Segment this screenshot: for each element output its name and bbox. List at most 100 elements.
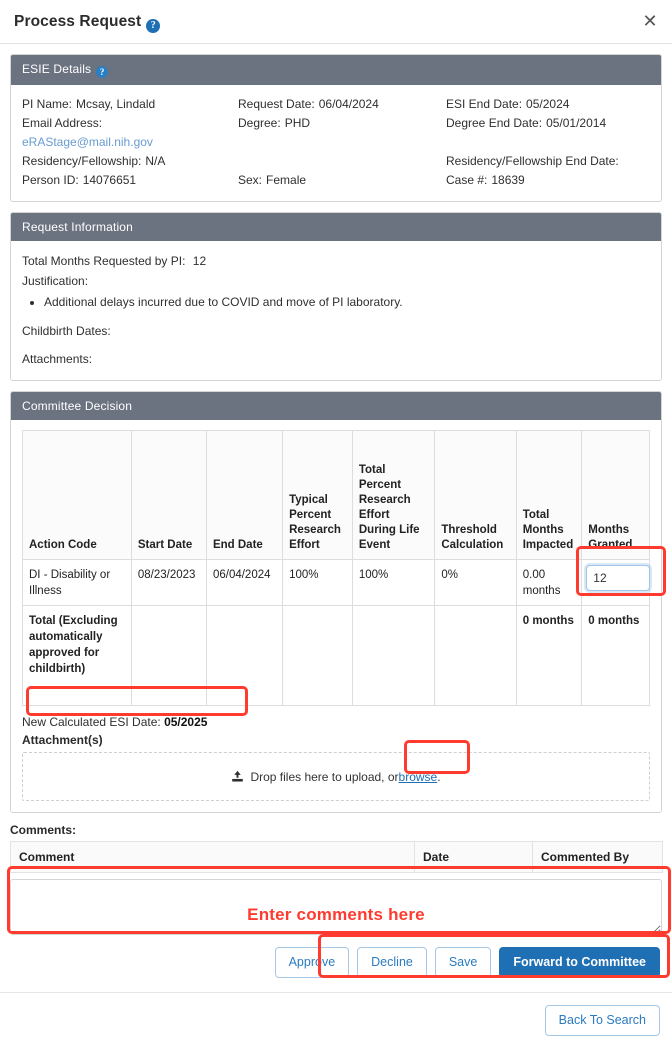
save-button[interactable]: Save xyxy=(434,947,492,978)
modal-titlebar: Process Request? ✕ xyxy=(0,0,672,44)
footer-divider xyxy=(0,992,672,993)
esie-details-header: ESIE Details? xyxy=(11,55,661,85)
field-residency-end-date-label: Residency/Fellowship End Date: xyxy=(446,154,619,168)
esie-column-right: ESI End Date: 05/2024 Degree End Date: 05/… xyxy=(446,95,661,190)
request-information-header-label: Request Information xyxy=(22,220,133,234)
email-link[interactable]: eRAStage@mail.nih.gov xyxy=(22,135,153,149)
field-email-value-row: eRAStage@mail.nih.gov xyxy=(22,133,238,152)
request-information-body: Total Months Requested by PI: 12 Justifi… xyxy=(11,241,661,380)
total-months-requested-value: 12 xyxy=(192,254,207,268)
cell-total-months-impacted: 0.00 months xyxy=(515,559,583,606)
column-header-action-code: Action Code xyxy=(22,430,132,560)
field-person-id-label: Person ID: xyxy=(22,173,79,187)
field-pi-name: PI Name: Mcsay, Lindald xyxy=(22,95,238,114)
total-months-requested-row: Total Months Requested by PI: 12 xyxy=(22,251,650,271)
cell-total-percent: 100% xyxy=(351,559,436,606)
cell-months-granted xyxy=(581,559,651,606)
column-header-typical-percent-research-effort: Typical Percent Research Effort xyxy=(282,430,353,560)
cell-total-typical-percent xyxy=(282,605,353,706)
committee-decision-table: Action Code Start Date End Date Typical … xyxy=(22,430,651,706)
field-residency-end-date: Residency/Fellowship End Date: xyxy=(446,152,661,171)
field-degree: Degree: PHD xyxy=(238,114,446,133)
table-row: DI - Disability or Illness 08/23/2023 06… xyxy=(22,559,651,606)
esie-field-grid: PI Name: Mcsay, Lindald Email Address: eR… xyxy=(22,95,650,190)
field-person-id-value: 14076651 xyxy=(82,173,137,187)
column-header-threshold-calculation: Threshold Calculation xyxy=(434,430,517,560)
new-calculated-esi-date-value: 05/2025 xyxy=(164,715,208,729)
field-degree-end-date: Degree End Date: 05/01/2014 xyxy=(446,114,661,133)
comments-label: Comments: xyxy=(10,823,77,837)
column-header-total-percent-research-effort-during-life-event: Total Percent Research Effort During Lif… xyxy=(351,430,436,560)
field-sex-label: Sex: xyxy=(238,173,263,187)
comment-input-wrapper: Enter comments here xyxy=(0,879,672,935)
field-residency: Residency/Fellowship: N/A xyxy=(22,152,238,171)
field-email-label-row: Email Address: xyxy=(22,114,238,133)
forward-to-committee-button[interactable]: Forward to Committee xyxy=(499,947,660,978)
back-to-search-button[interactable]: Back To Search xyxy=(544,1005,660,1036)
cell-total-months-impacted: 0 months xyxy=(515,605,583,706)
help-circle-icon[interactable]: ? xyxy=(96,66,109,78)
committee-decision-header: Committee Decision xyxy=(11,392,661,420)
field-email-label: Email Address: xyxy=(22,116,103,130)
cell-end-date: 06/04/2024 xyxy=(205,559,284,606)
close-icon[interactable]: ✕ xyxy=(640,12,660,32)
help-circle-icon[interactable]: ? xyxy=(146,19,161,33)
decline-button[interactable]: Decline xyxy=(357,947,427,978)
esie-column-middle: Request Date: 06/04/2024 Degree: PHD Sex: F… xyxy=(238,95,446,190)
modal-content: ESIE Details? PI Name: Mcsay, Lindald Ema… xyxy=(0,44,672,813)
childbirth-dates-label: Childbirth Dates: xyxy=(22,324,111,338)
column-header-months-granted: Months Granted xyxy=(581,430,650,560)
table-total-row: Total (Excluding automatically approved … xyxy=(22,605,650,706)
column-header-end-date: End Date xyxy=(205,430,284,560)
esie-details-header-label: ESIE Details xyxy=(22,62,92,76)
months-granted-input[interactable] xyxy=(586,565,651,591)
field-request-date: Request Date: 06/04/2024 xyxy=(238,95,446,114)
attachment-section-label: Attachment(s) xyxy=(22,733,103,747)
justification-item: Additional delays incurred due to COVID … xyxy=(44,293,650,311)
page-title-text: Process Request xyxy=(14,13,142,30)
field-person-id: Person ID: 14076651 xyxy=(22,171,238,190)
request-information-panel: Request Information Total Months Request… xyxy=(10,212,662,381)
field-degree-value: PHD xyxy=(284,116,311,130)
column-header-start-date: Start Date xyxy=(130,430,207,560)
esie-details-panel: ESIE Details? PI Name: Mcsay, Lindald Ema… xyxy=(10,54,662,202)
field-request-date-value: 06/04/2024 xyxy=(318,97,379,111)
column-header-commented-by: Commented By xyxy=(532,841,663,873)
table-header-row: Action Code Start Date End Date Typical … xyxy=(22,430,650,560)
field-case-number-value: 18639 xyxy=(491,173,525,187)
column-header-comment: Comment xyxy=(10,841,415,873)
esie-spacer-1 xyxy=(238,133,446,152)
upload-icon xyxy=(231,770,244,783)
cell-total-end-date xyxy=(205,605,284,706)
esie-details-body: PI Name: Mcsay, Lindald Email Address: eR… xyxy=(11,85,661,201)
committee-decision-body: Action Code Start Date End Date Typical … xyxy=(11,420,661,812)
dropzone-text: Drop files here to upload, or xyxy=(250,769,399,784)
cell-start-date: 08/23/2023 xyxy=(130,559,207,606)
field-degree-label: Degree: xyxy=(238,116,281,130)
field-sex-value: Female xyxy=(266,173,307,187)
browse-link[interactable]: browse xyxy=(399,770,438,784)
cell-total-months-granted: 0 months xyxy=(581,605,650,706)
cell-threshold-calculation: 0% xyxy=(434,559,517,606)
committee-decision-panel: Committee Decision Action Code Start Dat… xyxy=(10,391,662,813)
new-calculated-esi-date-label: New Calculated ESI Date: xyxy=(22,715,161,729)
cell-total-label: Total (Excluding automatically approved … xyxy=(22,605,132,706)
esie-column-left: PI Name: Mcsay, Lindald Email Address: eR… xyxy=(22,95,238,190)
approve-button[interactable]: Approve xyxy=(274,947,350,978)
cell-typical-percent: 100% xyxy=(282,559,353,606)
field-esi-end-date: ESI End Date: 05/2024 xyxy=(446,95,661,114)
field-case-number-label: Case #: xyxy=(446,173,488,187)
column-header-total-months-impacted: Total Months Impacted xyxy=(515,430,583,560)
committee-decision-header-label: Committee Decision xyxy=(22,399,133,413)
cell-action-code: DI - Disability or Illness xyxy=(22,559,132,606)
justification-label: Justification: xyxy=(22,274,89,288)
cell-total-total-percent xyxy=(351,605,436,706)
comment-input[interactable] xyxy=(10,879,662,935)
field-pi-name-label: PI Name: xyxy=(22,97,73,111)
new-calculated-esi-date: New Calculated ESI Date: 05/2025 xyxy=(22,715,207,729)
total-months-requested-label: Total Months Requested by PI: xyxy=(22,254,186,268)
request-information-header: Request Information xyxy=(11,213,661,241)
page-title: Process Request? xyxy=(14,13,161,33)
field-case-number: Case #: 18639 xyxy=(446,171,661,190)
file-dropzone[interactable]: Drop files here to upload, or browse. xyxy=(22,752,650,801)
